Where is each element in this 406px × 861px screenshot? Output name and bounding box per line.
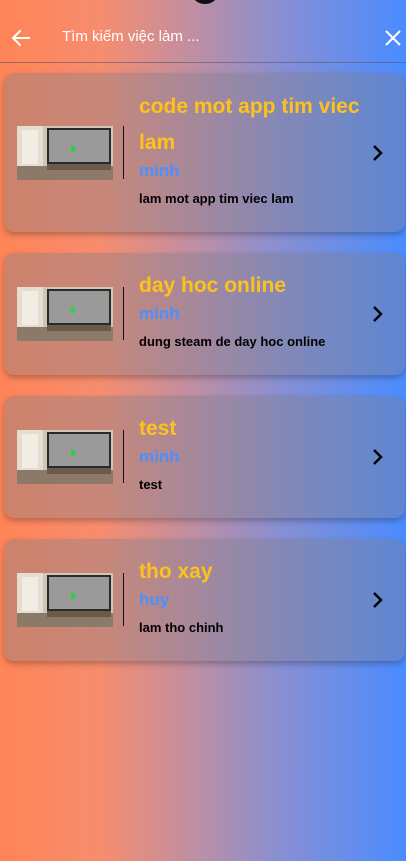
job-title: code mot app tim viec lam (139, 95, 360, 154)
chevron-right-icon (373, 306, 383, 322)
job-thumbnail (17, 430, 113, 484)
job-user: minh (139, 161, 180, 180)
divider (123, 126, 124, 179)
job-thumbnail (17, 573, 113, 627)
job-card[interactable]: test minh test (4, 396, 405, 518)
job-title: tho xay (139, 560, 213, 583)
page-title: Tìm kiếm việc làm ... (62, 28, 200, 45)
job-user: huy (139, 590, 170, 609)
close-icon (385, 30, 401, 46)
job-thumbnail (17, 287, 113, 341)
job-description: lam mot app tim viec lam (139, 191, 294, 206)
close-button[interactable] (381, 26, 405, 50)
job-card[interactable]: day hoc online minh dung steam de day ho… (4, 253, 405, 375)
job-thumbnail (17, 126, 113, 180)
chevron-right-icon (373, 449, 383, 465)
back-button[interactable] (9, 26, 33, 50)
job-user: minh (139, 447, 180, 466)
job-title: test (139, 417, 177, 440)
job-description: dung steam de day hoc online (139, 334, 326, 349)
job-title: day hoc online (139, 274, 287, 297)
job-description: test (139, 477, 163, 492)
job-description: lam tho chinh (139, 620, 224, 635)
job-card[interactable]: tho xay huy lam tho chinh (4, 539, 405, 661)
job-card[interactable]: code mot app tim viec lam minh lam mot a… (4, 73, 405, 232)
chevron-right-icon (373, 592, 383, 608)
chevron-right-icon (373, 145, 383, 161)
divider (123, 287, 124, 340)
divider (123, 430, 124, 483)
divider (123, 573, 124, 626)
job-user: minh (139, 304, 180, 323)
arrow-left-icon (11, 29, 30, 47)
app-bar: Tìm kiếm việc làm ... (0, 0, 406, 63)
